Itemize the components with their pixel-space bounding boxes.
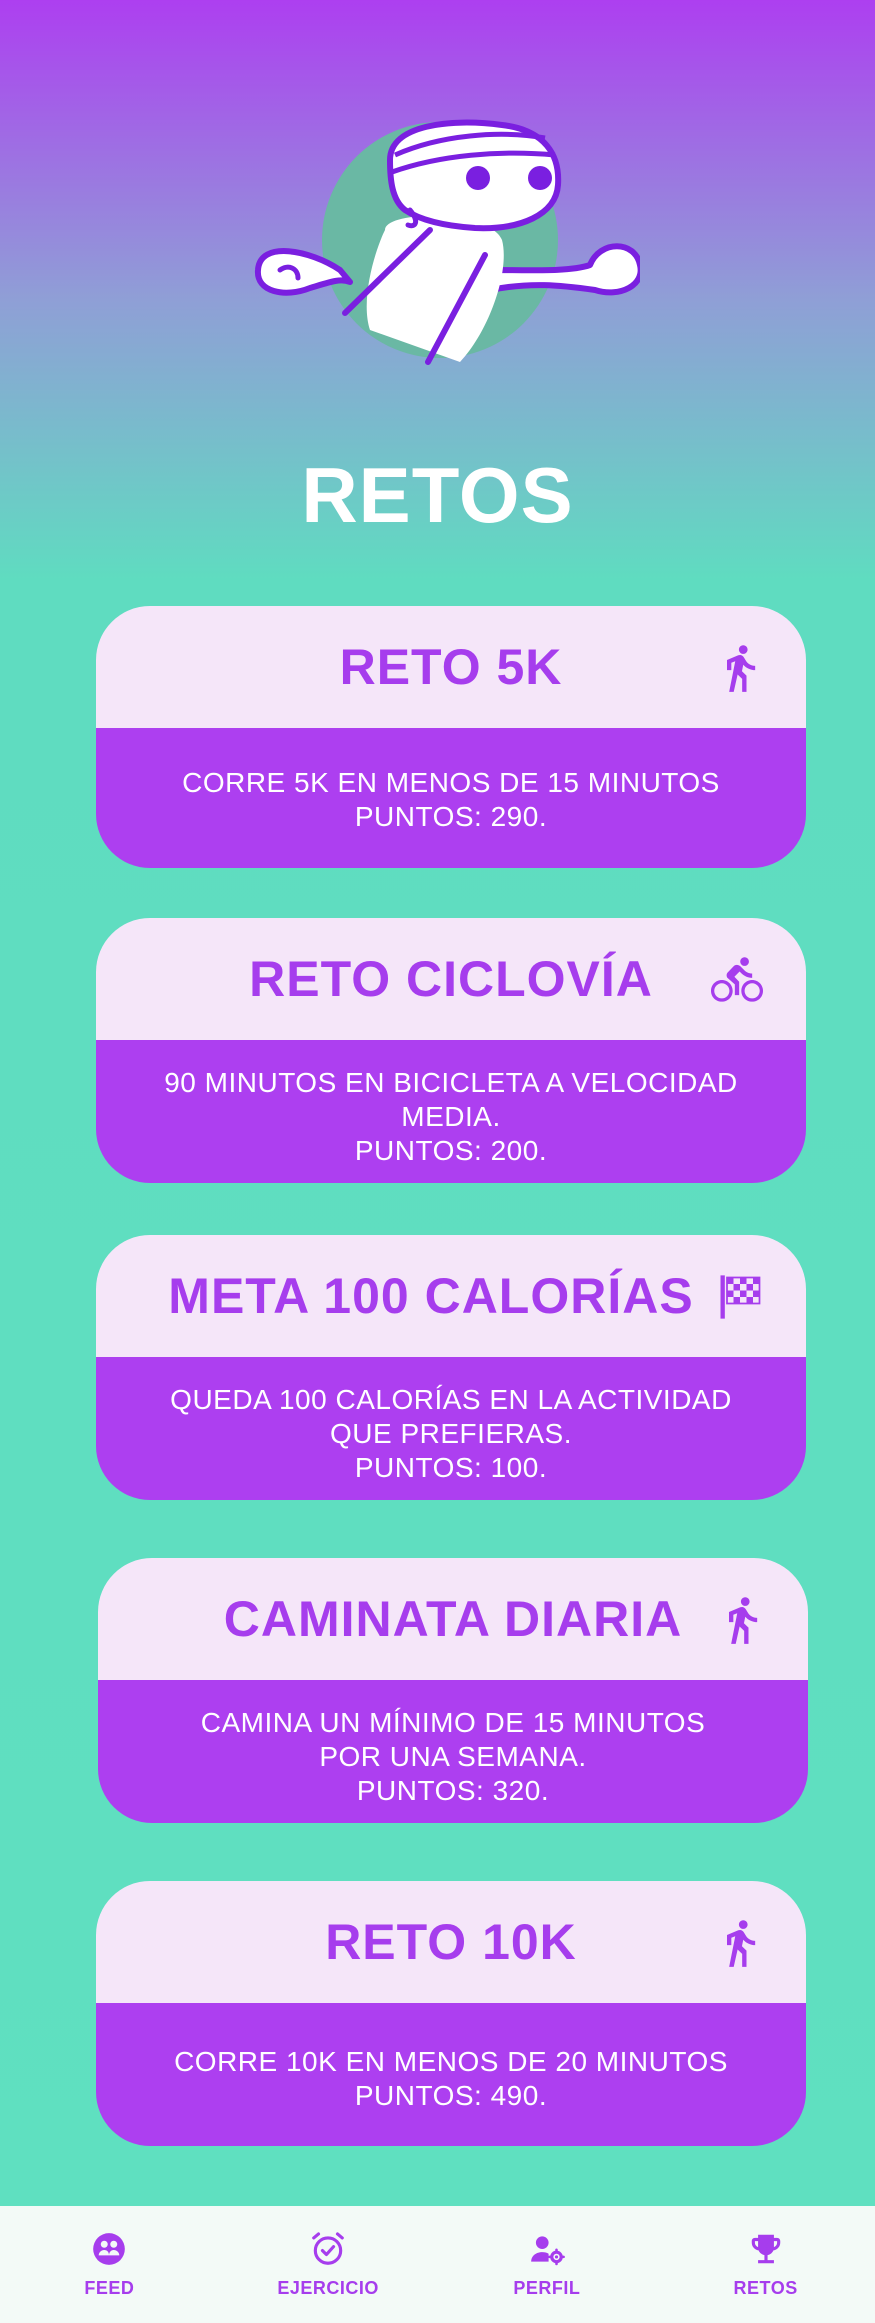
checkered-flag-icon (720, 1275, 761, 1319)
nav-label: EJERCICIO (277, 2278, 379, 2298)
challenge-title: META 100 CALORÍAS (168, 1268, 694, 1324)
nav-item-retos[interactable]: RETOS (691, 2230, 841, 2299)
challenge-points: PUNTOS: 320. (356, 1775, 550, 1806)
challenge-description: CORRE 5K EN MENOS DE 15 MINUTOS PUNTOS: … (96, 728, 806, 868)
challenge-description-line: QUEDA 100 CALORÍAS EN LA ACTIVIDAD (170, 1384, 732, 1415)
challenge-description-line: CORRE 5K EN MENOS DE 15 MINUTOS (182, 767, 720, 798)
challenge-description: 90 MINUTOS EN BICICLETA A VELOCIDAD MEDI… (96, 1040, 806, 1183)
nav-label: FEED (84, 2278, 135, 2298)
nav-item-perfil[interactable]: PERFIL (472, 2230, 622, 2299)
challenge-title: RETO 10K (325, 1914, 577, 1970)
challenge-card-header: CAMINATA DIARIA (98, 1558, 808, 1680)
nav-label: PERFIL (513, 2278, 581, 2298)
user-settings-icon (531, 2236, 565, 2266)
challenge-points: PUNTOS: 200. (354, 1135, 548, 1166)
challenge-card[interactable]: RETO 5K CORRE 5K EN MENOS DE 15 MINUTOS … (96, 606, 806, 868)
challenge-card[interactable]: META 100 CALORÍAS QUEDA 100 CALORÍAS EN … (96, 1235, 806, 1500)
challenge-card[interactable]: CAMINATA DIARIA CAMINA UN MÍNIMO DE 15 M… (98, 1558, 808, 1823)
challenge-description-line: CAMINA UN MÍNIMO DE 15 MINUTOS (200, 1707, 706, 1738)
challenge-description-line: 90 MINUTOS EN BICICLETA A VELOCIDAD (164, 1067, 738, 1098)
challenge-title: CAMINATA DIARIA (223, 1591, 683, 1647)
bottom-navigation: FEED EJERCICIO PERFIL RETOS (0, 2206, 875, 2323)
challenge-description: CAMINA UN MÍNIMO DE 15 MINUTOS POR UNA S… (98, 1680, 808, 1823)
trophy-icon (751, 2234, 780, 2264)
challenge-description-line: MEDIA. (401, 1101, 501, 1132)
challenge-points: PUNTOS: 490. (354, 2080, 548, 2111)
runner-mascot-illustration (255, 119, 640, 365)
nav-item-feed[interactable]: FEED (34, 2230, 184, 2299)
challenge-card-header: RETO 10K (96, 1881, 806, 2003)
nav-label: RETOS (733, 2278, 798, 2298)
challenge-points: PUNTOS: 100. (354, 1452, 548, 1483)
challenge-title: RETO 5K (339, 639, 563, 695)
alarm-check-icon (312, 2232, 344, 2265)
challenge-title: RETO CICLOVÍA (249, 951, 653, 1007)
challenge-card[interactable]: RETO CICLOVÍA 90 MINUTOS EN BICICLETA A … (96, 918, 806, 1183)
page-title: RETOS (301, 451, 574, 539)
challenge-description-line: POR UNA SEMANA. (319, 1741, 587, 1772)
challenge-description: QUEDA 100 CALORÍAS EN LA ACTIVIDAD QUE P… (96, 1357, 806, 1500)
challenge-card[interactable]: RETO 10K CORRE 10K EN MENOS DE 20 MINUTO… (96, 1881, 806, 2146)
challenge-card-header: META 100 CALORÍAS (96, 1235, 806, 1357)
challenge-card-header: RETO 5K (96, 606, 806, 728)
running-icon (729, 1597, 758, 1644)
challenge-description: CORRE 10K EN MENOS DE 20 MINUTOS PUNTOS:… (96, 2003, 806, 2146)
running-icon (727, 1920, 756, 1967)
group-icon (93, 2233, 126, 2265)
nav-item-ejercicio[interactable]: EJERCICIO (253, 2230, 403, 2299)
challenge-description-line: QUE PREFIERAS. (330, 1418, 572, 1449)
challenge-description-line: CORRE 10K EN MENOS DE 20 MINUTOS (174, 2046, 728, 2077)
running-icon (727, 645, 756, 692)
challenge-points: PUNTOS: 290. (354, 801, 548, 832)
challenge-card-header: RETO CICLOVÍA (96, 918, 806, 1040)
bicycle-icon (711, 957, 763, 1002)
